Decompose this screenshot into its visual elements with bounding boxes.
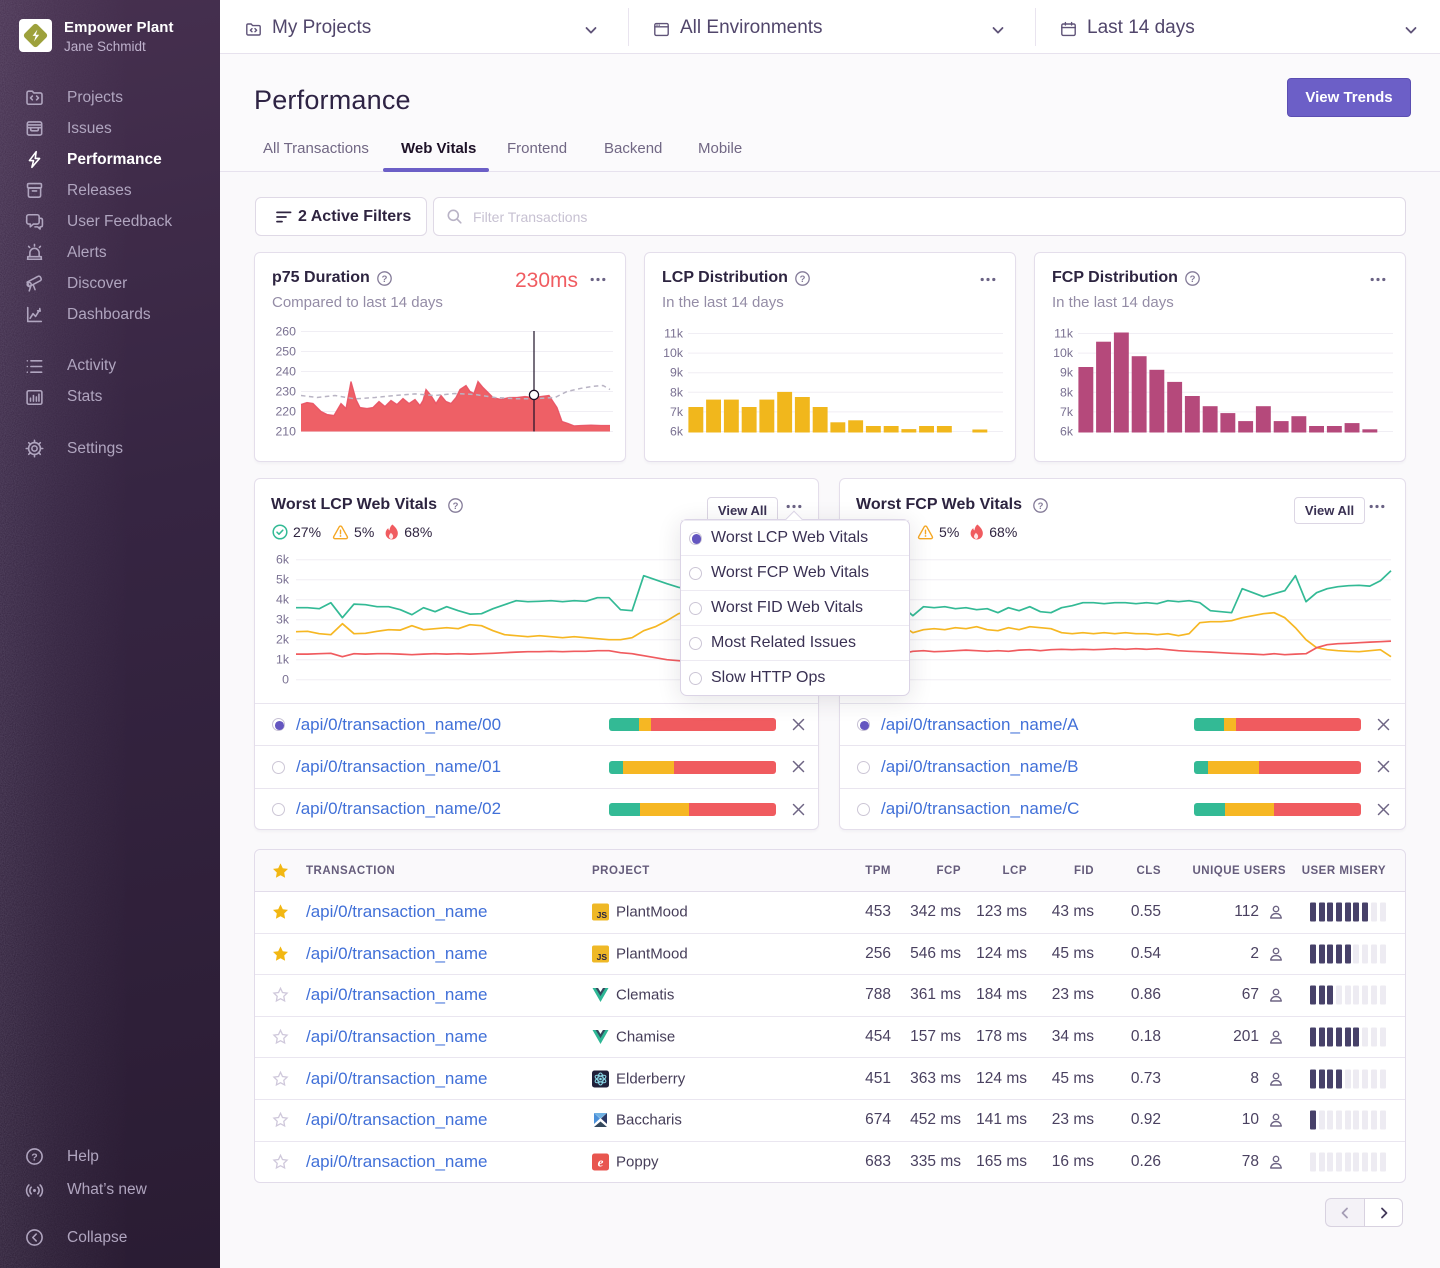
svg-text:8k: 8k: [670, 385, 684, 399]
svg-text:JS: JS: [597, 910, 608, 920]
svg-text:6k: 6k: [1060, 425, 1074, 439]
svg-text:10k: 10k: [663, 346, 684, 360]
svg-text:5k: 5k: [276, 573, 290, 587]
svg-text:11k: 11k: [1054, 327, 1074, 341]
svg-text:230: 230: [275, 385, 296, 399]
svg-text:JS: JS: [597, 952, 608, 962]
svg-text:7k: 7k: [1060, 405, 1074, 419]
svg-text:4k: 4k: [276, 593, 290, 607]
svg-text:7k: 7k: [670, 405, 684, 419]
svg-text:240: 240: [275, 365, 296, 379]
svg-text:6k: 6k: [276, 553, 290, 567]
svg-text:0: 0: [282, 673, 289, 687]
svg-text:8k: 8k: [1060, 385, 1074, 399]
svg-text:9k: 9k: [1060, 366, 1074, 380]
svg-text:e: e: [598, 1155, 604, 1170]
svg-text:9k: 9k: [670, 366, 684, 380]
svg-text:2k: 2k: [276, 633, 290, 647]
svg-text:210: 210: [275, 425, 296, 439]
svg-text:260: 260: [275, 325, 296, 339]
svg-text:220: 220: [275, 405, 296, 419]
svg-text:?: ?: [31, 1151, 37, 1163]
svg-text:11k: 11k: [664, 327, 684, 341]
svg-text:6k: 6k: [670, 425, 684, 439]
svg-text:250: 250: [275, 345, 296, 359]
svg-text:1k: 1k: [276, 653, 290, 667]
svg-text:10k: 10k: [1053, 346, 1074, 360]
svg-text:3k: 3k: [276, 613, 290, 627]
